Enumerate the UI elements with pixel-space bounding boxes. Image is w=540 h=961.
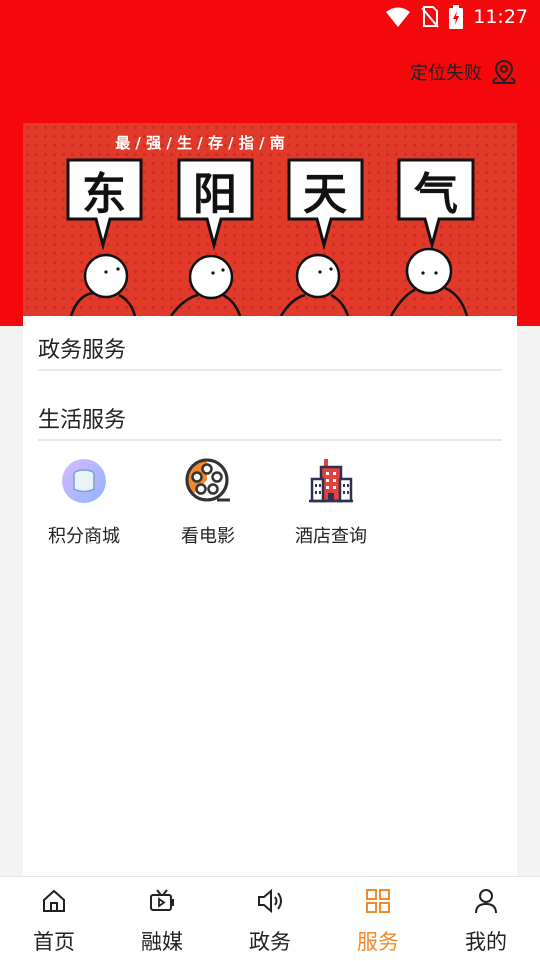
location-button[interactable]: 定位失败 [410,58,518,86]
banner-char-3: 天 [303,169,347,220]
section-title-life[interactable]: 生活服务 [38,402,126,434]
nav-media[interactable]: 融媒 [108,877,216,961]
nav-label: 服务 [357,930,399,954]
no-sim-icon [421,6,439,28]
service-hotel-search[interactable]: 酒店查询 [276,457,386,548]
nav-services[interactable]: 服务 [324,877,432,961]
status-icons: 11:27 [385,5,528,29]
tv-icon [150,889,174,911]
location-status-text: 定位失败 [410,63,482,84]
hotel-building-icon [307,457,355,505]
speaker-icon [258,888,282,914]
service-label: 积分商城 [48,526,120,547]
home-icon [43,889,65,912]
wifi-icon [386,7,411,27]
service-points-mall[interactable]: 积分商城 [29,457,139,548]
services-panel: 政务服务 生活服务 积分商城 看电影 酒店查询 [23,316,517,876]
nav-label: 融媒 [141,930,183,954]
banner-tagline: 最 / 强 / 生 / 存 / 指 / 南 [115,134,285,152]
coin-stack-icon [60,457,108,505]
nav-government[interactable]: 政务 [216,877,324,961]
nav-label: 政务 [249,930,291,954]
section-title-government[interactable]: 政务服务 [38,332,126,364]
bottom-navigation: 首页 融媒 政务 服务 我的 [0,876,540,961]
service-label: 看电影 [181,526,235,547]
banner-char-4: 气 [414,169,458,220]
nav-label: 我的 [465,930,507,954]
service-label: 酒店查询 [295,526,367,547]
service-movies[interactable]: 看电影 [153,457,263,548]
divider [38,369,502,371]
status-time: 11:27 [473,6,528,28]
banner-char-2: 阳 [193,169,237,220]
map-pin-icon [492,59,516,84]
banner-char-1: 东 [82,169,126,220]
nav-home[interactable]: 首页 [0,877,108,961]
nav-label: 首页 [33,930,75,954]
banner-illustration: 最 / 强 / 生 / 存 / 指 / 南 东 阳 天 气 [23,123,517,316]
film-reel-icon [184,457,232,505]
battery-charging-icon [449,5,464,29]
person-icon [475,889,497,914]
divider [38,439,502,441]
grid-icon [366,889,390,913]
status-bar: 11:27 [0,0,540,36]
nav-profile[interactable]: 我的 [432,877,540,961]
weather-guide-banner[interactable]: 最 / 强 / 生 / 存 / 指 / 南 东 阳 天 气 [23,123,517,316]
